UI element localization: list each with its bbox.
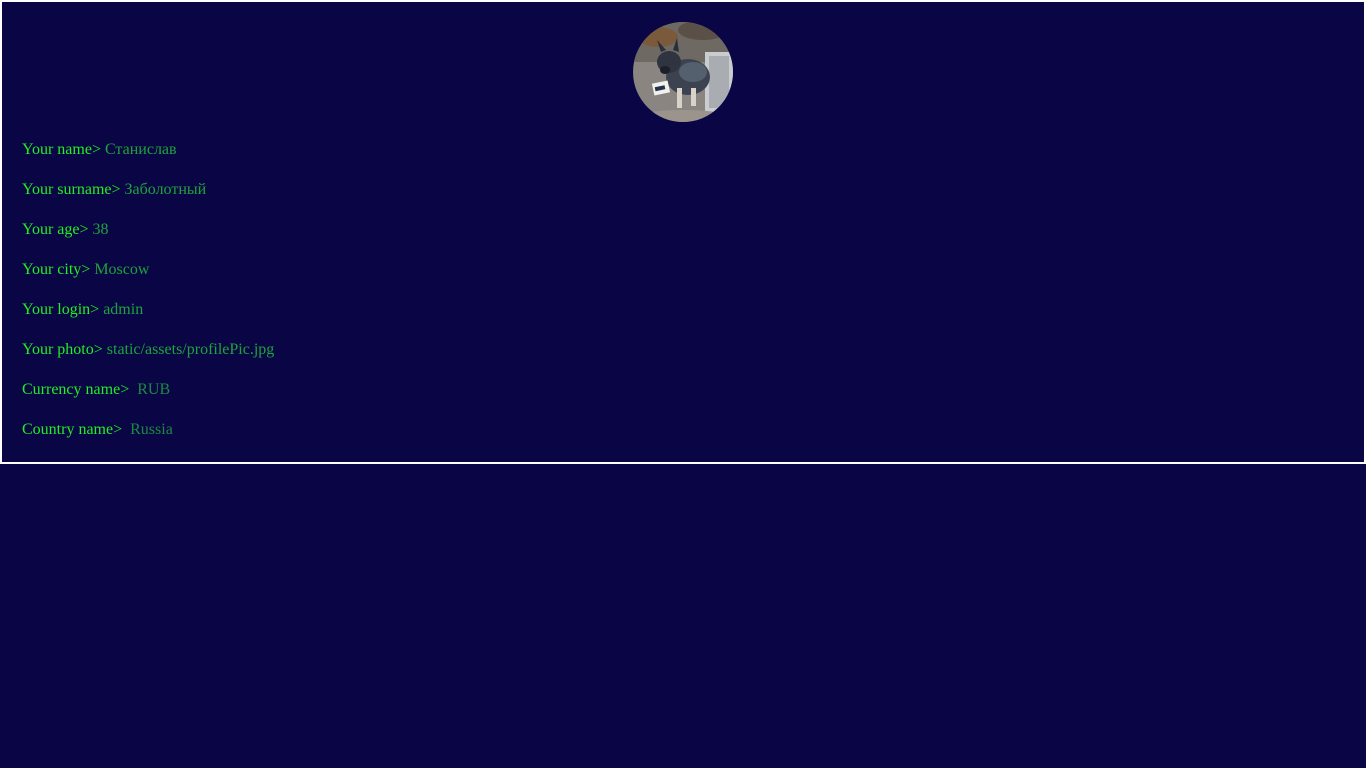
login-value: admin <box>103 301 144 318</box>
photo-separator: > <box>93 341 103 358</box>
profile-fields: Your name> Станислав Your surname> Забол… <box>22 140 274 460</box>
photo-row: Your photo> static/assets/profilePic.jpg <box>22 340 274 380</box>
login-label: Your login <box>22 301 91 318</box>
surname-row: Your surname> Заболотный <box>22 180 274 220</box>
photo-value: static/assets/profilePic.jpg <box>106 341 275 358</box>
age-row: Your age> 38 <box>22 220 274 260</box>
photo-label: Your photo <box>22 341 94 358</box>
currency-label: Currency name <box>22 381 121 398</box>
dog-photo-icon <box>633 22 733 122</box>
name-separator: > <box>91 141 101 158</box>
country-separator: > <box>113 421 123 438</box>
city-value: Moscow <box>94 261 150 278</box>
currency-separator: > <box>120 381 130 398</box>
name-row: Your name> Станислав <box>22 140 274 180</box>
surname-label: Your surname <box>22 181 112 198</box>
city-label: Your city <box>22 261 82 278</box>
currency-value: RUB <box>137 381 171 398</box>
login-row: Your login> admin <box>22 300 274 340</box>
age-label: Your age <box>22 221 80 238</box>
country-row: Country name> Russia <box>22 420 274 460</box>
name-value: Станислав <box>104 141 177 158</box>
profile-avatar <box>633 22 733 122</box>
surname-value: Заболотный <box>124 181 207 198</box>
login-separator: > <box>90 301 100 318</box>
name-label: Your name <box>22 141 92 158</box>
surname-separator: > <box>111 181 121 198</box>
country-label: Country name <box>22 421 114 438</box>
currency-row: Currency name> RUB <box>22 380 274 420</box>
age-separator: > <box>79 221 89 238</box>
country-value: Russia <box>130 421 173 438</box>
profile-panel: Your name> Станислав Your surname> Забол… <box>0 0 1366 464</box>
city-separator: > <box>81 261 91 278</box>
city-row: Your city> Moscow <box>22 260 274 300</box>
age-value: 38 <box>92 221 109 238</box>
